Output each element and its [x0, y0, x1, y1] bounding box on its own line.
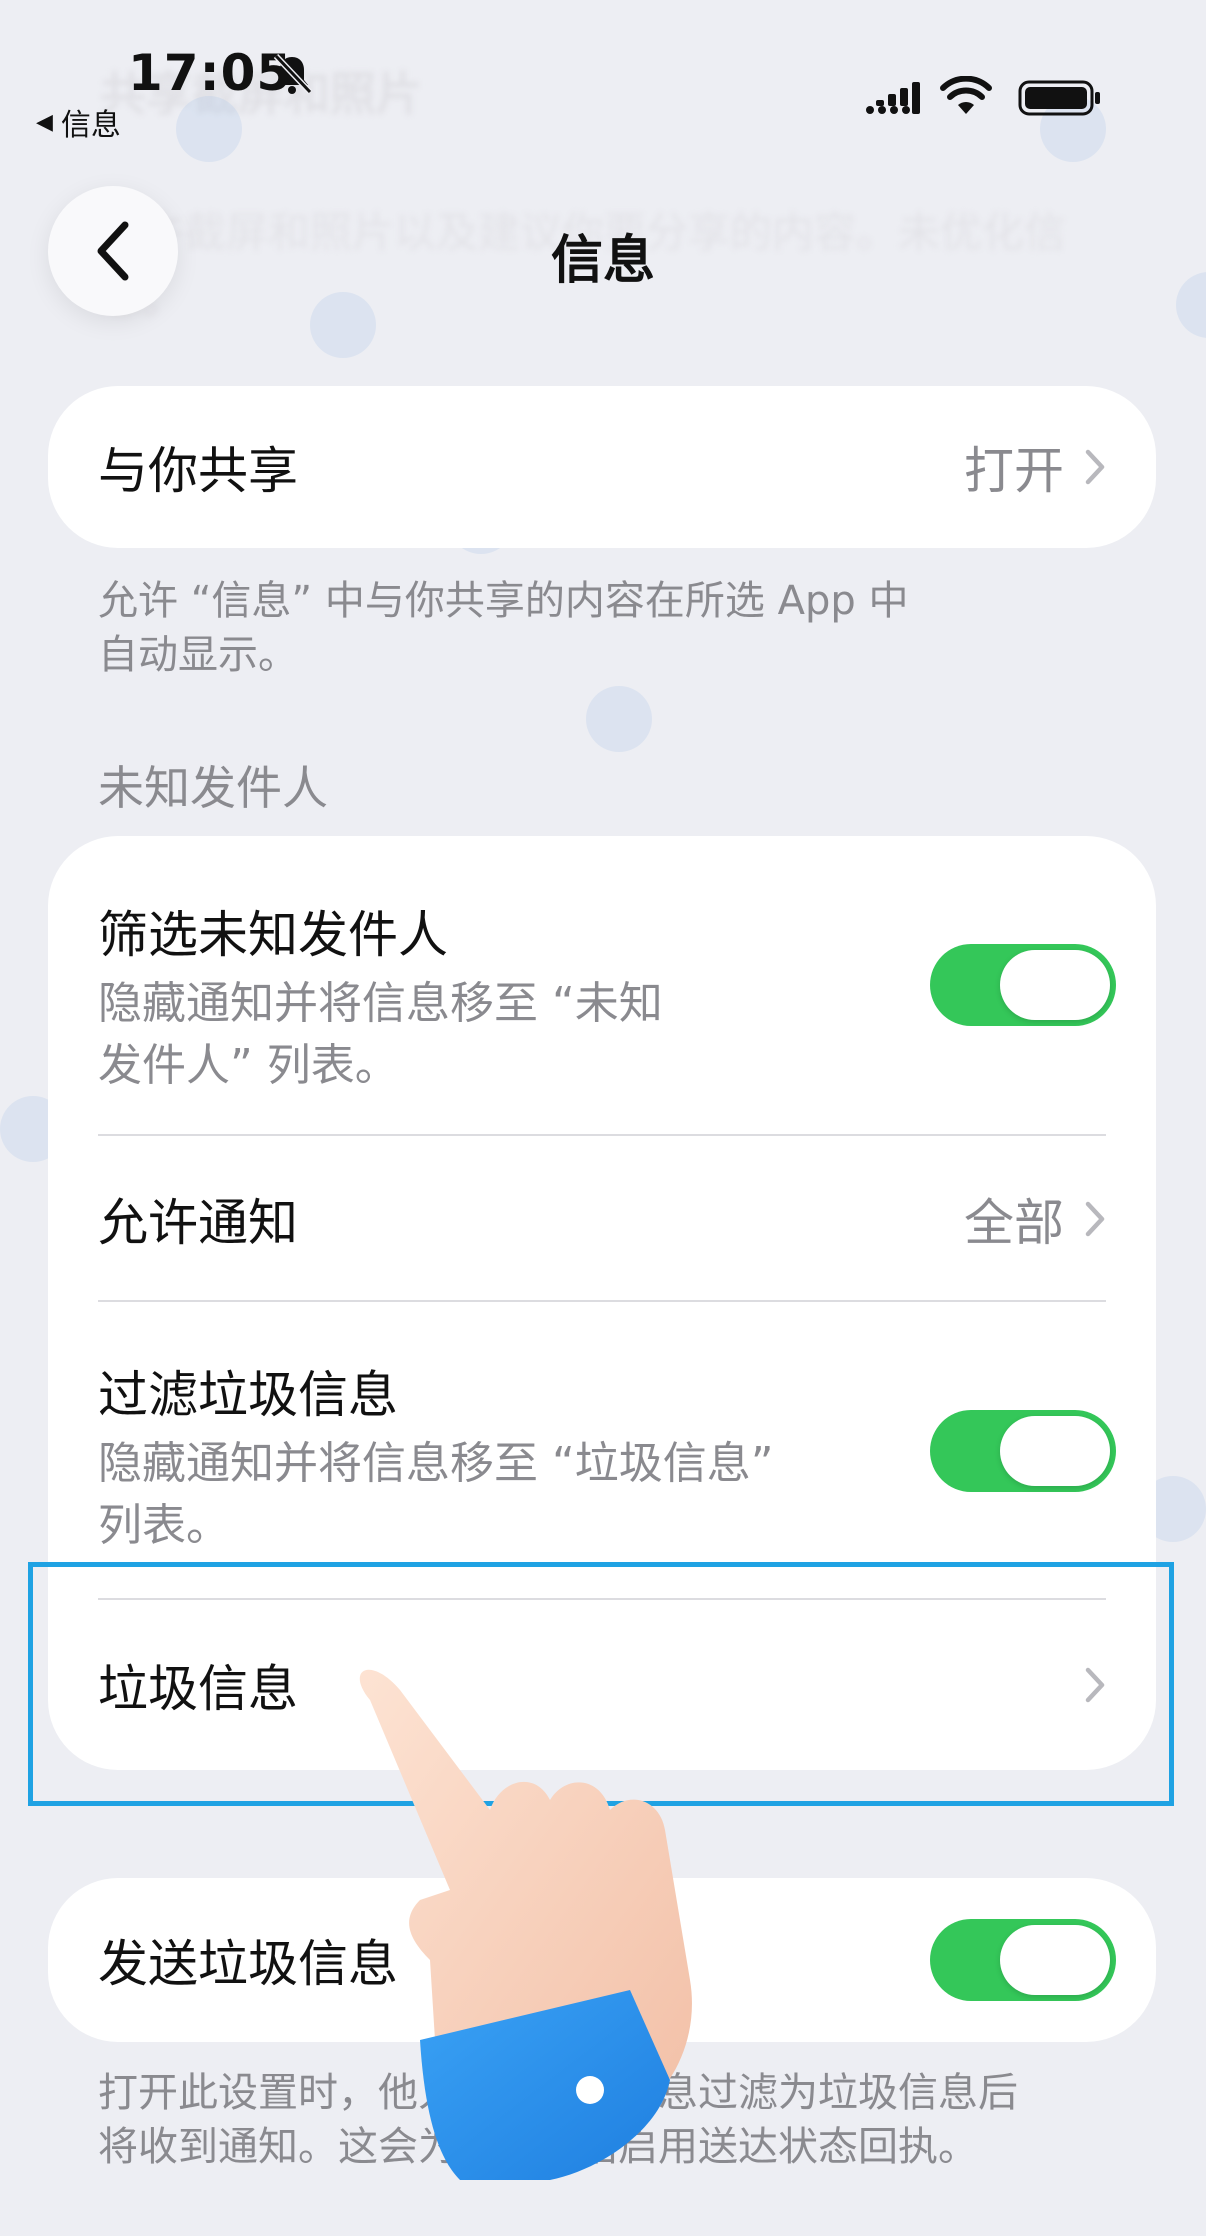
filter-unknown-senders-toggle[interactable] [930, 944, 1116, 1026]
toggle-knob [1000, 1925, 1110, 1995]
watermark-icon [176, 96, 242, 162]
chevron-right-icon [1085, 1201, 1105, 1237]
shared-with-you-card: 与你共享 打开 [48, 386, 1156, 548]
status-time: 17:05 [128, 44, 293, 102]
bell-slash-icon [273, 53, 313, 95]
cellular-signal-icon [866, 82, 920, 114]
filter-junk-row: 过滤垃圾信息 隐藏通知并将信息移至 “垃圾信息” 列表。 [48, 1302, 1156, 1600]
battery-icon [1018, 80, 1100, 116]
filter-unknown-senders-row: 筛选未知发件人 隐藏通知并将信息移至 “未知 发件人” 列表。 [48, 836, 1156, 1136]
shared-with-you-row[interactable]: 与你共享 打开 [48, 386, 1156, 548]
shared-with-you-footnote: 允许 “信息” 中与你共享的内容在所选 App 中 自动显示。 [98, 578, 909, 678]
pointing-hand-icon [359, 1669, 692, 2180]
wifi-icon [940, 76, 992, 114]
filter-junk-toggle[interactable] [930, 1410, 1116, 1492]
allow-notifications-label: 允许通知 [98, 1194, 298, 1252]
toggle-knob [1000, 1416, 1110, 1486]
chevron-right-icon [1085, 449, 1105, 485]
watermark-icon [310, 292, 376, 358]
allow-notifications-row[interactable]: 允许通知 全部 [48, 1136, 1156, 1302]
back-to-app-label: 信息 [60, 108, 121, 143]
page-title: 信息 [550, 231, 655, 291]
filter-junk-subtitle: 隐藏通知并将信息移至 “垃圾信息” 列表。 [98, 1438, 774, 1551]
shared-with-you-value: 打开 [964, 442, 1064, 500]
allow-notifications-value: 全部 [964, 1194, 1064, 1252]
filter-junk-label: 过滤垃圾信息 [98, 1366, 398, 1424]
watermark-icon [586, 686, 652, 752]
back-to-app-link[interactable]: ◀ 信息 [36, 100, 121, 144]
filter-unknown-senders-label: 筛选未知发件人 [98, 906, 448, 964]
back-triangle-icon: ◀ [36, 109, 53, 135]
toggle-knob [1000, 950, 1110, 1020]
filter-unknown-senders-subtitle: 隐藏通知并将信息移至 “未知 发件人” 列表。 [98, 978, 663, 1091]
settings-screen: 共享截屏和照片 允许截屏和照片以及建议你要分享的内容。未优化信息。 17:05 … [0, 0, 1206, 2236]
unknown-senders-header: 未知发件人 [98, 761, 328, 815]
send-junk-toggle[interactable] [930, 1919, 1116, 2001]
shared-with-you-label: 与你共享 [98, 442, 298, 500]
